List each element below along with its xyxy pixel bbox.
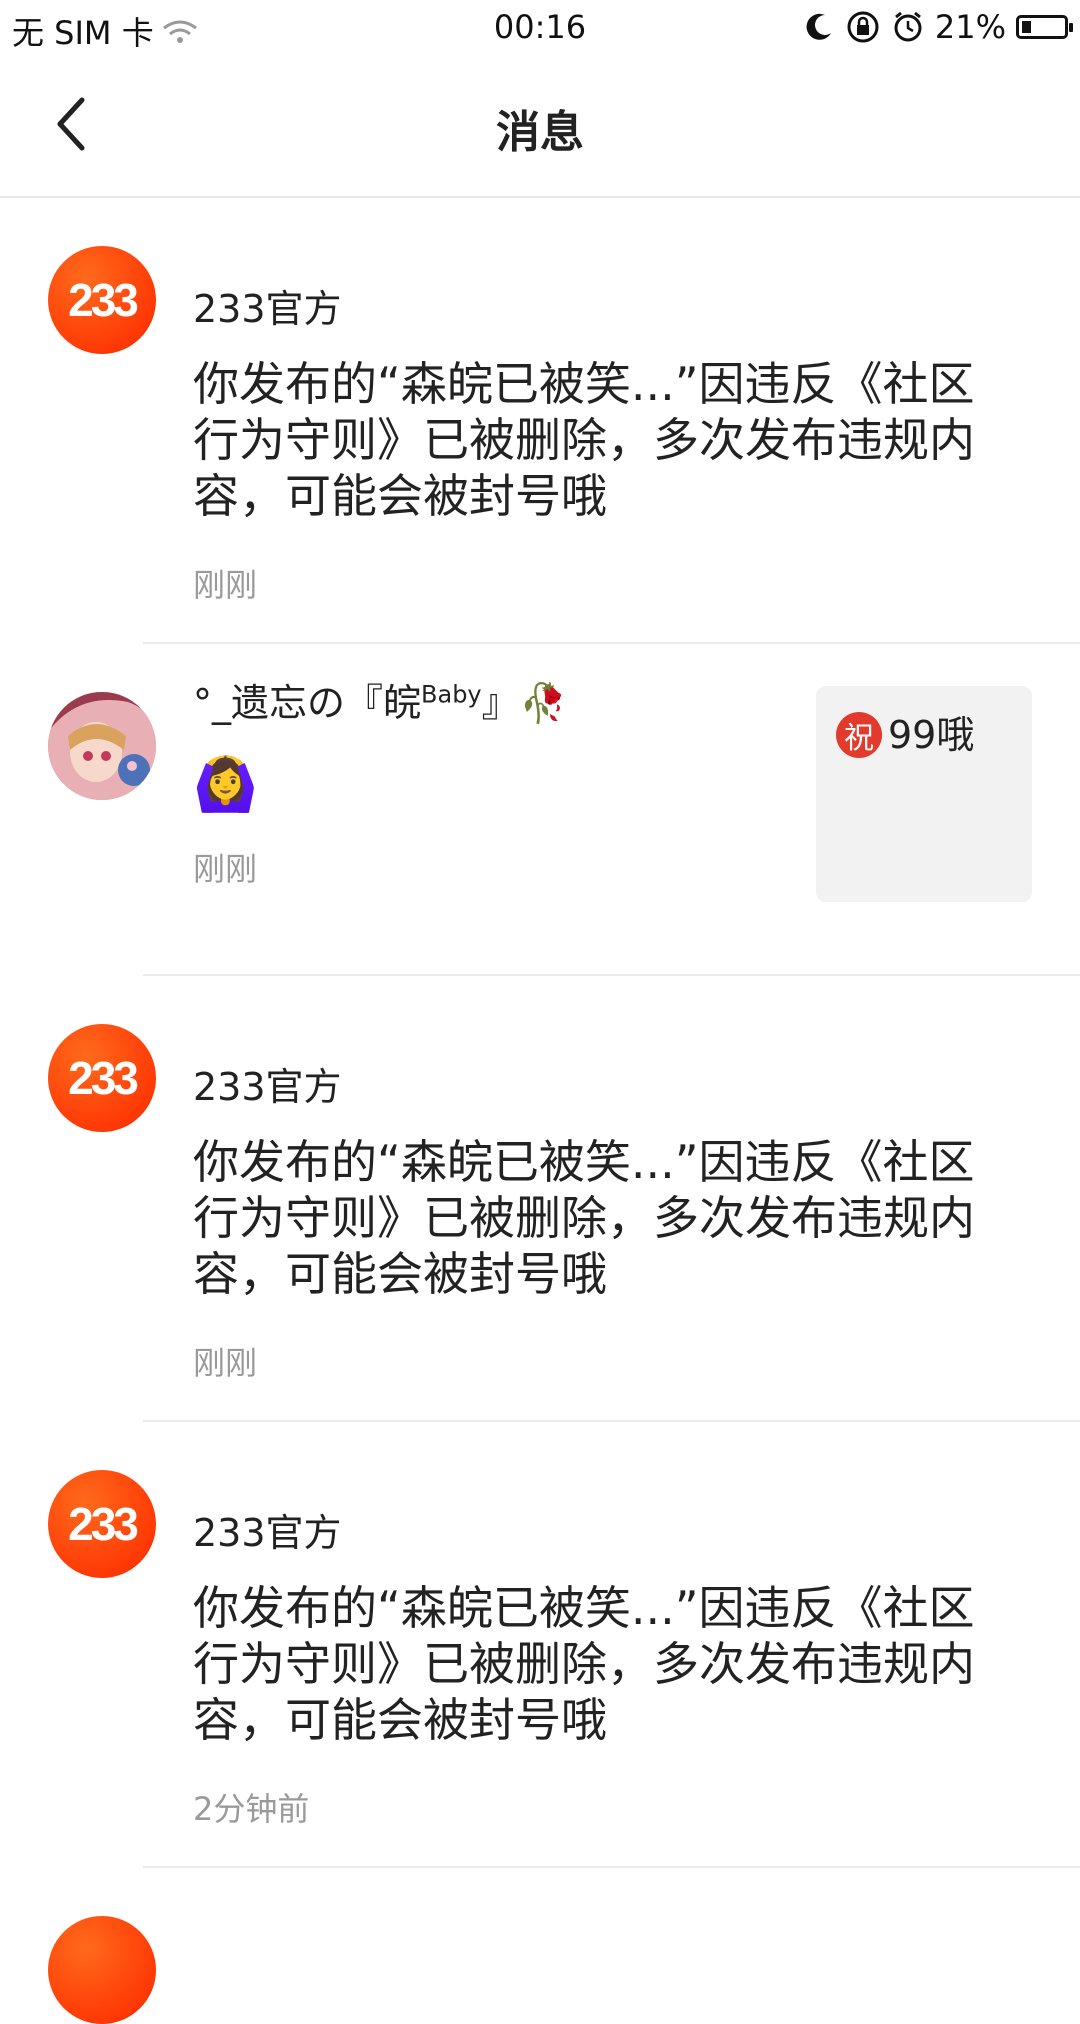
message-content: 你发布的“森皖已被笑...”因违反《社区行为守则》已被删除，多次发布违规内容，可… bbox=[193, 1581, 975, 1747]
page-title: 消息 bbox=[496, 107, 584, 158]
message-content: 你发布的“森皖已被笑...”因违反《社区行为守则》已被删除，多次发布违规内容，可… bbox=[193, 357, 975, 523]
status-right: 21% bbox=[803, 8, 1073, 46]
sender-name-prefix: °_遗忘の『皖 bbox=[193, 681, 422, 725]
sender-name: 233官方 bbox=[193, 287, 342, 331]
avatar-label: 233 bbox=[68, 1498, 139, 1550]
list-item[interactable]: °_遗忘の『皖Baby』🥀 🙆‍♀️ 刚刚 祝 99哦 bbox=[0, 644, 1080, 976]
message-time: 2分钟前 bbox=[193, 1790, 310, 1828]
avatar[interactable]: 233 bbox=[48, 1024, 156, 1132]
message-content: 你发布的“森皖已被笑...”因违反《社区行为守则》已被删除，多次发布违规内容，可… bbox=[193, 1135, 975, 1301]
avatar[interactable]: 233 bbox=[48, 1470, 156, 1578]
reply-preview-text: 99哦 bbox=[888, 713, 975, 757]
user-avatar-image bbox=[48, 692, 156, 800]
list-item[interactable]: 233 233官方 你发布的“森皖已被笑...”因违反《社区行为守则》已被删除，… bbox=[0, 198, 1080, 644]
list-item[interactable]: 233 233官方 你发布的“森皖已被笑...”因违反《社区行为守则》已被删除，… bbox=[0, 976, 1080, 1422]
battery-percent: 21% bbox=[934, 8, 1006, 46]
message-time: 刚刚 bbox=[193, 850, 258, 888]
moon-icon bbox=[806, 13, 831, 40]
zhu-badge-icon: 祝 bbox=[836, 712, 882, 758]
avatar[interactable] bbox=[48, 1916, 156, 2024]
alarm-icon bbox=[894, 11, 922, 42]
message-time: 刚刚 bbox=[193, 566, 258, 604]
battery-icon bbox=[1016, 15, 1073, 39]
nav-bar: 消息 bbox=[0, 56, 1080, 198]
message-list: 233 233官方 你发布的“森皖已被笑...”因违反《社区行为守则》已被删除，… bbox=[0, 198, 1080, 2024]
sender-name-sup: Baby bbox=[421, 680, 482, 709]
avatar-label: 233 bbox=[68, 1052, 139, 1104]
reply-preview-card[interactable]: 祝 99哦 bbox=[816, 686, 1032, 902]
sender-name: °_遗忘の『皖Baby』🥀 bbox=[193, 672, 567, 727]
rotation-lock-icon bbox=[847, 11, 879, 43]
list-item[interactable] bbox=[0, 1868, 1080, 2024]
avatar-label: 233 bbox=[68, 274, 139, 326]
message-time: 刚刚 bbox=[193, 1344, 258, 1382]
sender-name-suffix: 』🥀 bbox=[481, 681, 567, 725]
sender-name: 233官方 bbox=[193, 1511, 342, 1555]
status-bar: 无 SIM 卡 00:16 21% bbox=[0, 0, 1080, 56]
sender-name: 233官方 bbox=[193, 1065, 342, 1109]
message-emoji: 🙆‍♀️ bbox=[193, 755, 258, 815]
avatar[interactable] bbox=[48, 692, 156, 800]
list-item[interactable]: 233 233官方 你发布的“森皖已被笑...”因违反《社区行为守则》已被删除，… bbox=[0, 1422, 1080, 1868]
avatar[interactable]: 233 bbox=[48, 246, 156, 354]
